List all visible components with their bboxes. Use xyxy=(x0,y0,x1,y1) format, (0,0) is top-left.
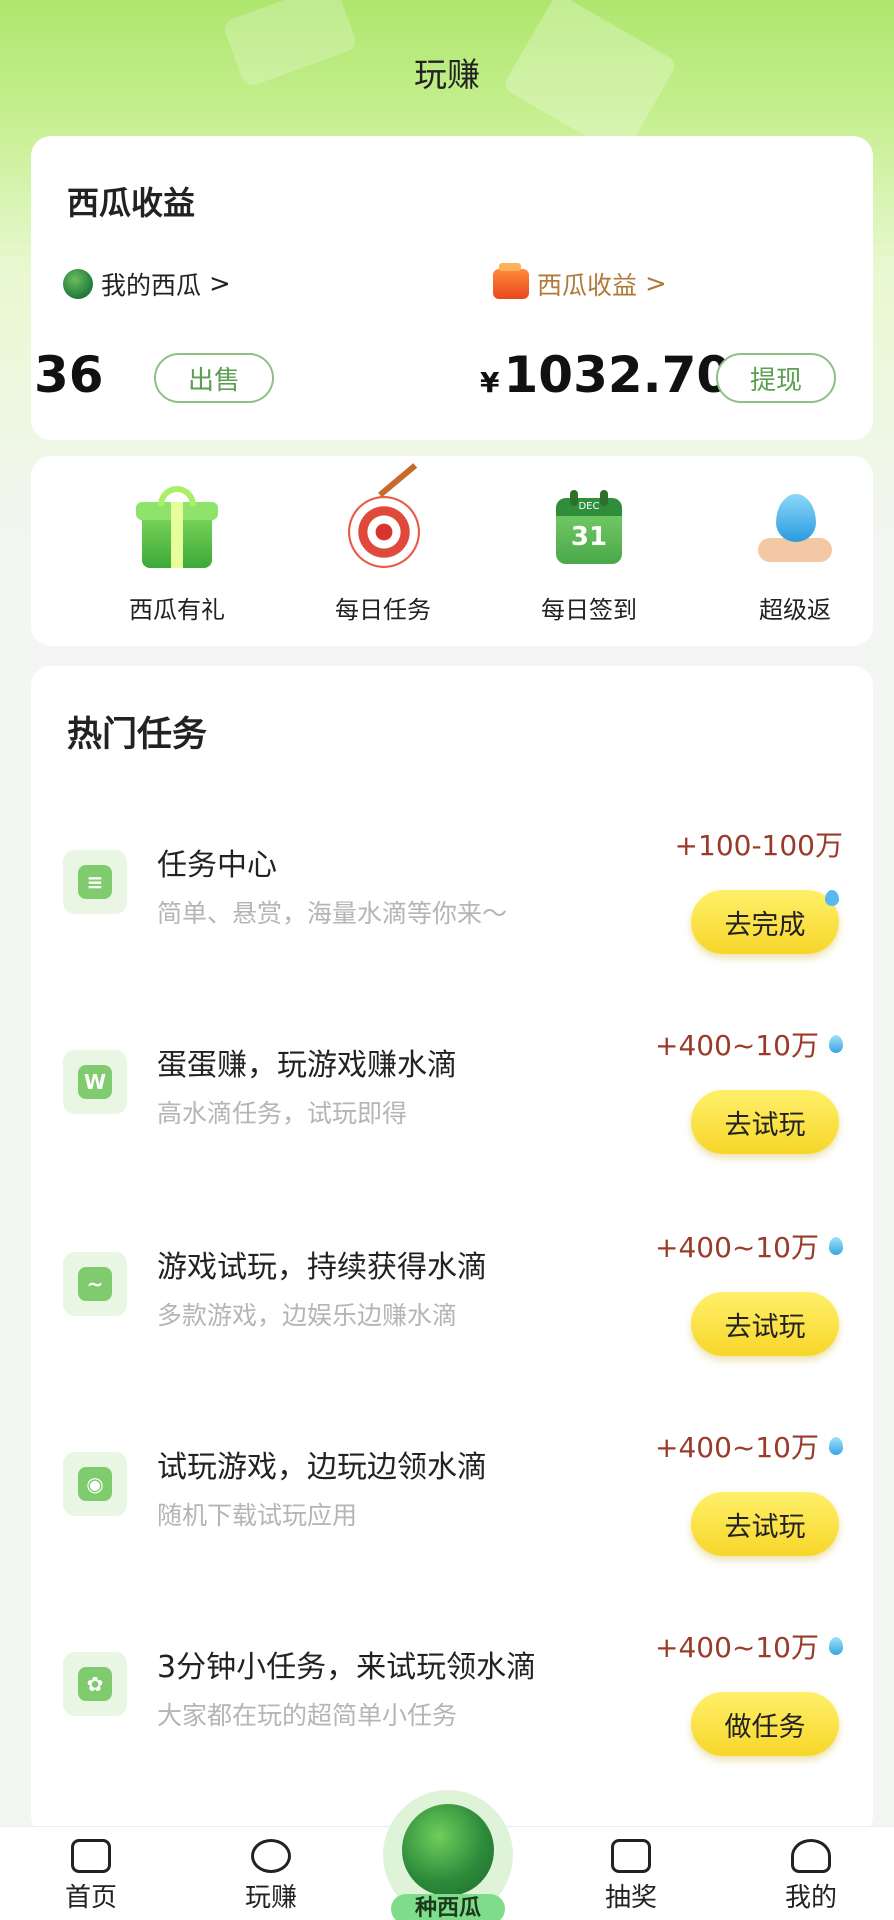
withdraw-button[interactable]: 提现 xyxy=(716,353,836,403)
water-drop-icon xyxy=(829,1637,843,1655)
w-badge-icon: W xyxy=(63,1050,127,1114)
task-reward: +400~10万 xyxy=(655,1626,843,1666)
nav-item-home[interactable]: 首页 xyxy=(31,1839,151,1914)
my-melons-link[interactable]: 我的西瓜 > xyxy=(63,266,231,302)
task-action-button[interactable]: 去试玩 xyxy=(691,1492,839,1556)
watermelon-icon xyxy=(63,269,93,299)
home-icon xyxy=(71,1839,111,1873)
dolphin-icon: ~ xyxy=(63,1252,127,1316)
my-melons-label: 我的西瓜 xyxy=(101,271,202,300)
nav-item-plant-melon[interactable]: 种西瓜 xyxy=(383,1790,513,1920)
wallet-icon xyxy=(493,263,529,299)
task-reward-value: +100-100万 xyxy=(674,829,843,862)
income-amount: ¥1032.70 xyxy=(480,346,731,404)
task-name: 试玩游戏，边玩边领水滴 xyxy=(157,1450,487,1485)
menu-item-daily-task[interactable]: 每日任务 xyxy=(303,463,463,625)
task-action-button[interactable]: 去试玩 xyxy=(691,1292,839,1356)
menu-item-super-rebate[interactable]: 超级返 xyxy=(715,486,875,625)
task-row: ≡ 任务中心 简单、悬赏，海量水滴等你来～ +100-100万 去完成 xyxy=(31,816,873,976)
nav-item-label: 首页 xyxy=(64,1883,117,1913)
task-row: ~ 游戏试玩，持续获得水滴 多款游戏，边娱乐边赚水滴 +400~10万 去试玩 xyxy=(31,1218,873,1378)
user-icon xyxy=(791,1839,831,1873)
task-row: ✿ 3分钟小任务，来试玩领水滴 大家都在玩的超简单小任务 +400~10万 做任… xyxy=(31,1618,873,1778)
task-reward-value: +400~10万 xyxy=(655,1029,819,1062)
menu-item-label: 每日签到 xyxy=(541,596,637,624)
water-hand-icon xyxy=(752,486,838,572)
task-row: W 蛋蛋赚，玩游戏赚水滴 高水滴任务，试玩即得 +400~10万 去试玩 xyxy=(31,1016,873,1176)
nav-item-label: 我的 xyxy=(784,1883,837,1913)
task-reward-value: +400~10万 xyxy=(655,1431,819,1464)
task-desc: 大家都在玩的超简单小任务 xyxy=(157,1701,458,1730)
task-desc: 高水滴任务，试玩即得 xyxy=(157,1099,408,1128)
melon-count: 36 xyxy=(34,346,104,404)
nav-item-label: 玩赚 xyxy=(244,1883,297,1913)
calendar-day: 31 xyxy=(570,522,608,552)
task-name: 任务中心 xyxy=(157,848,277,883)
melon-income-label: 西瓜收益 xyxy=(537,271,638,300)
task-reward: +400~10万 xyxy=(655,1024,843,1064)
nav-item-lottery[interactable]: 抽奖 xyxy=(571,1839,691,1914)
task-row: ◉ 试玩游戏，边玩边领水滴 随机下载试玩应用 +400~10万 去试玩 xyxy=(31,1418,873,1578)
melon-income-link[interactable]: 西瓜收益 > xyxy=(493,263,667,302)
menu-item-label: 每日任务 xyxy=(335,596,431,624)
money-bag-icon xyxy=(251,1839,291,1873)
task-action-button[interactable]: 做任务 xyxy=(691,1692,839,1756)
nav-item-label: 种西瓜 xyxy=(391,1894,505,1920)
watermelon-icon xyxy=(402,1804,494,1896)
task-reward: +400~10万 xyxy=(655,1426,843,1466)
nav-item-play-earn[interactable]: 玩赚 xyxy=(211,1839,331,1914)
task-reward: +100-100万 xyxy=(675,824,843,864)
task-desc: 多款游戏，边娱乐边赚水滴 xyxy=(157,1301,458,1330)
task-reward-value: +400~10万 xyxy=(655,1231,819,1264)
task-desc: 随机下载试玩应用 xyxy=(157,1501,358,1530)
chevron-right-icon: > xyxy=(645,269,667,299)
gift-icon xyxy=(134,486,220,572)
menu-item-daily-checkin[interactable]: DEC 31 每日签到 xyxy=(509,486,669,625)
water-drop-icon xyxy=(829,1437,843,1455)
chevron-right-icon: > xyxy=(209,269,231,299)
task-name: 游戏试玩，持续获得水滴 xyxy=(157,1250,487,1285)
task-name: 蛋蛋赚，玩游戏赚水滴 xyxy=(157,1048,457,1083)
hot-tasks-card: 热门任务 ≡ 任务中心 简单、悬赏，海量水滴等你来～ +100-100万 去完成… xyxy=(31,666,873,1836)
water-drop-icon xyxy=(825,890,839,906)
gamepad-icon: ◉ xyxy=(63,1452,127,1516)
nav-item-label: 抽奖 xyxy=(604,1883,657,1913)
clipboard-icon: ≡ xyxy=(63,850,127,914)
leaf-icon: ✿ xyxy=(63,1652,127,1716)
calendar-month: DEC xyxy=(556,498,622,516)
menu-item-melon-gift[interactable]: 西瓜有礼 xyxy=(97,486,257,625)
water-drop-icon xyxy=(829,1035,843,1053)
target-icon xyxy=(340,463,426,572)
task-reward: +400~10万 xyxy=(655,1226,843,1266)
task-action-button[interactable]: 去完成 xyxy=(691,890,839,954)
sell-button[interactable]: 出售 xyxy=(154,353,274,403)
menu-item-label: 超级返 xyxy=(759,596,831,624)
task-reward-value: +400~10万 xyxy=(655,1631,819,1664)
quick-menu: 西瓜有礼 每日任务 DEC 31 每日签到 超级返 xyxy=(31,456,873,646)
calendar-icon: DEC 31 xyxy=(546,486,632,572)
page-title: 玩赚 xyxy=(414,55,480,94)
task-name: 3分钟小任务，来试玩领水滴 xyxy=(157,1650,537,1685)
currency-symbol: ¥ xyxy=(480,366,500,399)
earnings-title: 西瓜收益 xyxy=(67,184,196,222)
hot-tasks-title: 热门任务 xyxy=(67,715,208,755)
gift-box-icon xyxy=(611,1839,651,1873)
income-value: 1032.70 xyxy=(503,346,732,404)
task-desc: 简单、悬赏，海量水滴等你来～ xyxy=(157,899,508,928)
menu-item-label: 西瓜有礼 xyxy=(129,596,225,624)
task-action-button[interactable]: 去试玩 xyxy=(691,1090,839,1154)
nav-item-mine[interactable]: 我的 xyxy=(751,1839,871,1914)
water-drop-icon xyxy=(829,1237,843,1255)
